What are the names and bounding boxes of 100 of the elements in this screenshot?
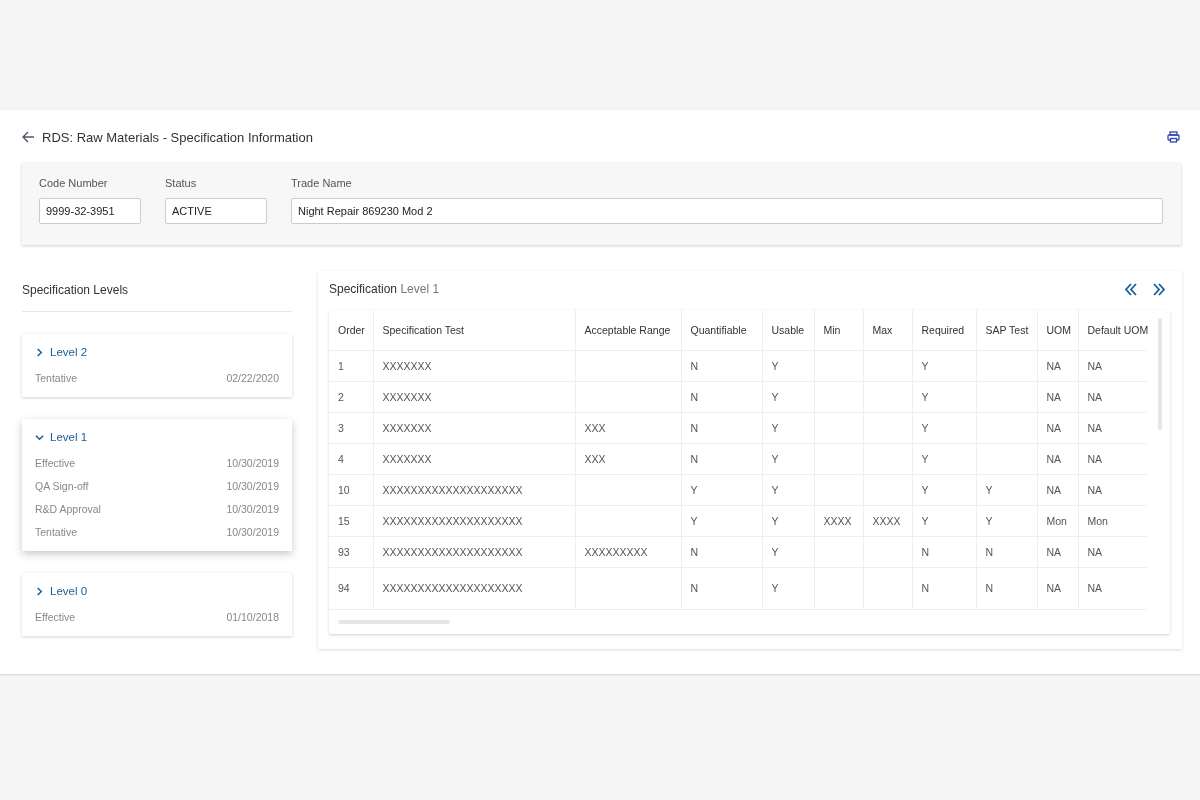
event-date: 10/30/2019	[226, 525, 279, 538]
table-cell: N	[985, 545, 994, 558]
table-cell: NA	[1046, 483, 1062, 496]
level-toggle[interactable]: Level 1	[35, 431, 88, 443]
table-cell: NA	[1046, 390, 1062, 403]
table-cell: Y	[771, 582, 779, 594]
table-cell: N	[985, 582, 994, 594]
table-cell: XXXXXXXXXXXXXXXXXXXX	[382, 545, 523, 558]
event-label: Effective	[35, 456, 76, 469]
column-header: Quantifiable	[681, 310, 762, 350]
table-cell: Y	[771, 483, 779, 496]
table-cell: N	[690, 390, 699, 403]
event-label: R&D Approval	[35, 502, 101, 515]
input-field[interactable]: ACTIVE	[165, 198, 267, 224]
table-cell: Y	[771, 452, 779, 465]
table-cell: XXX	[584, 421, 606, 434]
table-cell: Y	[921, 390, 929, 403]
section-title: Specification Levels	[22, 271, 292, 312]
table-cell: NA	[1046, 359, 1062, 372]
back-button[interactable]	[22, 131, 35, 143]
table-cell: NA	[1087, 545, 1103, 558]
panel-title: Specification Level 1	[329, 282, 441, 296]
column-header: Acceptable Range	[575, 310, 681, 350]
table-cell: Y	[921, 452, 929, 465]
print-button[interactable]	[1167, 131, 1180, 143]
table-cell: 94	[338, 582, 350, 594]
table-cell: Y	[690, 483, 698, 496]
page-title: RDS: Raw Materials - Specification Information	[42, 129, 314, 145]
column-header: UOM	[1037, 310, 1078, 350]
table-cell: Mon	[1046, 514, 1067, 527]
chevron-right-icon	[35, 347, 44, 357]
table-cell: N	[921, 582, 930, 594]
field-label: Code Number	[39, 177, 109, 189]
event-label: Effective	[35, 610, 76, 623]
table-cell: 2	[338, 390, 344, 403]
table-cell: Mon	[1087, 514, 1108, 527]
table-cell: NA	[1046, 545, 1062, 558]
table-cell: XXXXXXX	[382, 421, 432, 434]
level-toggle[interactable]: Level 0	[35, 585, 88, 597]
event-label: Tentative	[35, 371, 78, 384]
table-cell: Y	[771, 359, 779, 372]
previous-button[interactable]	[1124, 282, 1137, 296]
table-cell: NA	[1046, 421, 1062, 434]
table-cell: N	[921, 545, 930, 558]
table-cell: 3	[338, 421, 344, 434]
event-date: 10/30/2019	[226, 456, 279, 469]
table-cell: Y	[771, 421, 779, 434]
event-label: QA Sign-off	[35, 479, 89, 492]
column-header: Required	[912, 310, 976, 350]
table-cell: XXXXXXX	[382, 452, 432, 465]
chevron-right-icon	[35, 586, 44, 596]
level-toggle[interactable]: Level 2	[35, 346, 88, 358]
input-field[interactable]: Night Repair 869230 Mod 2	[291, 198, 1163, 224]
table-cell: Y	[921, 421, 929, 434]
next-button[interactable]	[1153, 282, 1166, 296]
table-cell: NA	[1087, 421, 1103, 434]
table-cell: XXXXXXX	[382, 390, 432, 403]
table-cell: 4	[338, 452, 344, 465]
table-cell: 15	[338, 514, 350, 527]
chevron-down-icon	[35, 432, 44, 442]
column-header: Max	[863, 310, 912, 350]
event-date: 01/10/2018	[226, 610, 279, 623]
table-cell: XXXXXXXXXXXXXXXXXXXX	[382, 582, 523, 594]
column-header: Min	[814, 310, 863, 350]
table-cell: N	[690, 359, 699, 372]
table-cell: Y	[771, 545, 779, 558]
column-header: SAP Test	[976, 310, 1037, 350]
table-cell: N	[690, 545, 699, 558]
table-cell: Y	[985, 483, 993, 496]
table-cell: XXXXXXXXX	[584, 545, 648, 558]
table-cell: Y	[921, 483, 929, 496]
table-cell: XXXXXXX	[382, 359, 432, 372]
table-cell: XXXXXXXXXXXXXXXXXXXX	[382, 483, 523, 496]
table-cell: NA	[1046, 582, 1062, 594]
event-date: 10/30/2019	[226, 502, 279, 515]
table-cell: Y	[771, 390, 779, 403]
field-label: Status	[165, 177, 198, 189]
column-header: Usable	[762, 310, 814, 350]
table-cell: XXXX	[872, 514, 901, 527]
input-field[interactable]: 9999-32-3951	[39, 198, 141, 224]
table-cell: Y	[690, 514, 698, 527]
table-cell: XXXX	[823, 514, 852, 527]
table-cell: N	[690, 452, 699, 465]
table-cell: NA	[1087, 359, 1103, 372]
table-cell: XXX	[584, 452, 606, 465]
table-cell: 10	[338, 483, 350, 496]
table-cell: Y	[771, 514, 779, 527]
table-cell: N	[690, 421, 699, 434]
table-cell: NA	[1087, 582, 1103, 594]
column-header: Specification Test	[373, 310, 575, 350]
table-cell: Y	[921, 514, 929, 527]
table-cell: XXXXXXXXXXXXXXXXXXXX	[382, 514, 523, 527]
table-cell: 1	[338, 359, 344, 372]
table-cell: N	[690, 582, 699, 594]
table-cell: NA	[1087, 452, 1103, 465]
event-label: Tentative	[35, 525, 78, 538]
table-cell: NA	[1046, 452, 1062, 465]
field-label: Trade Name	[291, 177, 353, 189]
table-cell: Y	[921, 359, 929, 372]
table-cell: Y	[985, 514, 993, 527]
